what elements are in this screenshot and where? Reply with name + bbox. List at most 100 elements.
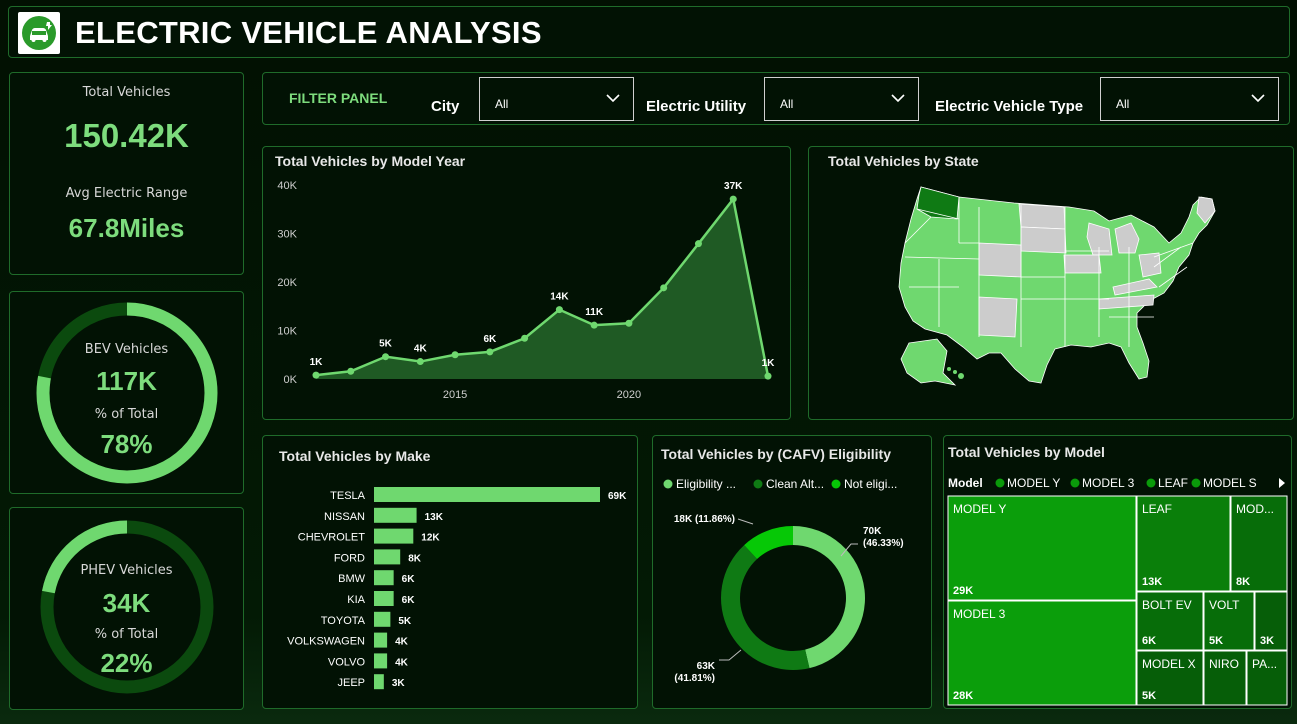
state-wyoming: [978, 242, 1022, 278]
make-bar-chart: TESLA 69K NISSAN 13K CHEVROLET 12K FORD 8K BMW 6K…: [287, 487, 627, 690]
data-point: [486, 348, 494, 356]
ev-charging-icon: [22, 16, 56, 50]
treemap-cell-value: 29K: [953, 585, 973, 597]
bar-category-label: VOLKSWAGEN: [287, 636, 365, 648]
treemap-cell-value: 6K: [1142, 635, 1156, 647]
leader-line: [719, 649, 742, 661]
bar: [374, 507, 417, 523]
bev-card: BEV Vehicles 117K % of Total 78%: [9, 291, 244, 494]
legend-label: Eligibility ...: [676, 477, 736, 491]
kpi-card: Total Vehicles 150.42K Avg Electric Rang…: [9, 72, 244, 275]
bev-label: BEV Vehicles: [84, 342, 169, 357]
treemap-cell-label: MOD...: [1236, 502, 1274, 516]
data-label: 6K: [483, 334, 497, 345]
treemap-cell-value: 5K: [1142, 690, 1156, 702]
state-ohio: [1138, 252, 1162, 278]
state-map-panel: Total Vehicles by State: [808, 146, 1294, 420]
leader-line: [737, 518, 754, 525]
bar: [374, 570, 394, 586]
state-iowa: [1063, 254, 1102, 274]
state-south-dakota: [1020, 226, 1067, 254]
total-vehicles-value: 150.42K: [64, 117, 189, 154]
treemap-cell-label: MODEL 3: [953, 607, 1006, 621]
bar-value-label: 69K: [608, 491, 627, 502]
app-title: ELECTRIC VEHICLE ANALYSIS: [75, 15, 542, 50]
utility-dropdown[interactable]: All: [764, 77, 919, 121]
data-point: [555, 306, 563, 314]
bar: [374, 549, 401, 565]
legend-label: MODEL 3: [1082, 476, 1135, 490]
y-tick-label: 10K: [277, 326, 297, 338]
data-point: [764, 372, 772, 380]
slice-pct-label: (41.81%): [674, 673, 715, 684]
bar-value-label: 3K: [392, 678, 406, 689]
cafv-donut-chart: Eligibility ... Clean Alt... Not eligi... 7…: [663, 477, 904, 684]
legend-marker: [831, 479, 841, 489]
bar-value-label: 5K: [398, 616, 412, 627]
y-tick-label: 0K: [284, 374, 298, 386]
data-point: [729, 195, 737, 203]
data-point: [347, 367, 355, 375]
bar-category-label: CHEVROLET: [298, 532, 366, 544]
bar: [374, 611, 391, 627]
cafv-chart-panel: Total Vehicles by (CAFV) Eligibility Eli…: [652, 435, 932, 709]
chevron-down-icon: [1251, 94, 1265, 103]
data-point: [382, 353, 390, 361]
filter-panel: FILTER PANEL City All Electric Utility A…: [262, 72, 1290, 125]
city-filter-label: City: [431, 98, 460, 115]
avg-range-value: 67.8Miles: [68, 213, 185, 243]
bar-category-label: TOYOTA: [321, 615, 366, 627]
data-point: [312, 371, 320, 379]
ev-type-dropdown[interactable]: All: [1100, 77, 1279, 121]
legend-label: MODEL S: [1203, 476, 1257, 490]
data-label: 1K: [310, 357, 324, 368]
model-treemap: Model MODEL Y MODEL 3 LEAF MODEL S MODEL Y 29K…: [947, 476, 1288, 706]
model-treemap-panel: Total Vehicles by Model Model MODEL Y MODE…: [943, 435, 1292, 709]
treemap-cell-value: 13K: [1142, 576, 1162, 588]
bar-value-label: 6K: [402, 574, 416, 585]
bar-value-label: 6K: [402, 595, 416, 606]
slice-pct-label: (46.33%): [863, 538, 904, 549]
legend-marker: [663, 479, 673, 489]
y-tick-label: 40K: [277, 180, 297, 192]
bar: [374, 528, 414, 544]
data-label: 5K: [379, 339, 393, 350]
treemap-cell-label: MODEL Y: [953, 502, 1006, 516]
donut-slice: [721, 545, 810, 670]
series-area: [316, 199, 768, 379]
y-tick-label: 30K: [277, 229, 297, 241]
bar-category-label: TESLA: [330, 490, 366, 502]
bev-value: 117K: [96, 366, 157, 396]
legend-label: LEAF: [1158, 476, 1188, 490]
bar: [374, 674, 384, 690]
bar: [374, 632, 388, 648]
data-point: [416, 358, 424, 366]
us-state-map: [898, 186, 1216, 386]
legend-title: Model: [948, 476, 983, 490]
state-north-dakota: [1018, 203, 1066, 230]
slice-label: 18K (11.86%): [674, 514, 735, 525]
treemap-cell-label: NIRO: [1209, 657, 1239, 671]
x-tick-label: 2015: [443, 389, 467, 401]
bar-value-label: 12K: [421, 533, 440, 544]
city-dropdown-value: All: [495, 97, 509, 111]
legend-marker: [995, 478, 1005, 488]
donut-slice: [793, 526, 865, 669]
model-year-area-chart: 0K 10K 20K 30K 40K 2015 2020 1K 5K 4K 6K 14K 11K 37K 1…: [277, 180, 775, 401]
phev-pct: 22%: [100, 648, 153, 678]
y-tick-label: 20K: [277, 277, 297, 289]
utility-filter-label: Electric Utility: [646, 98, 747, 115]
state-hawaii: [947, 367, 964, 379]
bar-category-label: JEEP: [337, 677, 365, 689]
data-label: 11K: [585, 307, 604, 318]
legend-label: Clean Alt...: [766, 477, 824, 491]
bar-value-label: 4K: [395, 657, 409, 668]
city-dropdown[interactable]: All: [479, 77, 634, 121]
utility-dropdown-value: All: [780, 97, 794, 111]
bar-value-label: 4K: [395, 637, 409, 648]
data-label: 14K: [550, 292, 569, 303]
bev-pct: 78%: [100, 429, 153, 459]
treemap-cell-label: BOLT EV: [1142, 598, 1192, 612]
bar-value-label: 13K: [425, 512, 444, 523]
x-tick-label: 2020: [617, 389, 641, 401]
